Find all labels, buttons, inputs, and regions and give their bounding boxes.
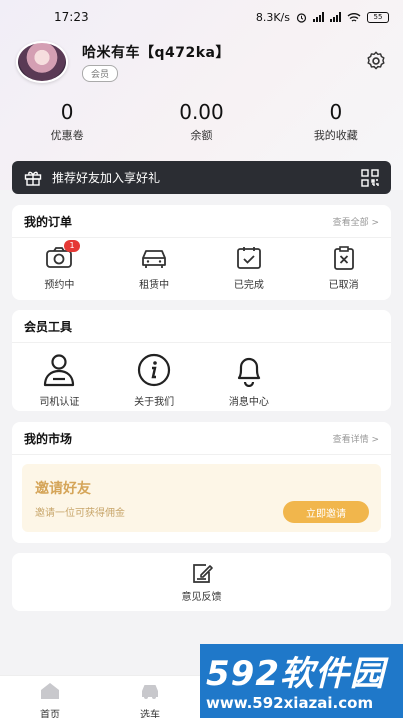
gear-icon[interactable] (365, 50, 387, 72)
gift-icon (24, 171, 42, 186)
qr-code-icon[interactable] (361, 168, 379, 187)
tab-label: 选车 (140, 710, 160, 718)
order-status-renting[interactable]: 租赁中 (107, 246, 202, 291)
market-view-details-link[interactable]: 查看详情 > (333, 432, 379, 445)
stat-value: 0 (60, 100, 74, 124)
orders-title: 我的订单 (24, 214, 73, 229)
stat-label: 优惠卷 (50, 129, 84, 142)
orders-icon-row: 1 预约中 租赁中 已完成 已取消 (12, 238, 391, 291)
invite-banner-text: 推荐好友加入享好礼 (52, 171, 161, 185)
order-status-reserved[interactable]: 1 预约中 (12, 240, 107, 291)
clipboard-x-icon (333, 246, 354, 270)
status-time: 17:23 (54, 10, 89, 24)
home-icon (41, 683, 59, 699)
invite-friends-box: 邀请好友 邀请一位可获得佣金 立即邀请 (22, 464, 381, 532)
market-header: 我的市场 查看详情 > (12, 422, 391, 455)
market-title: 我的市场 (24, 431, 73, 446)
stat-value: 0 (329, 100, 343, 124)
orders-header: 我的订单 查看全部 > (12, 205, 391, 238)
wifi-icon (347, 12, 361, 22)
stat-balance[interactable]: 0.00 余额 (134, 100, 268, 148)
stat-value: 0.00 (179, 100, 224, 124)
tool-driver-verification[interactable]: 司机认证 (12, 353, 107, 408)
feedback-label: 意见反馈 (181, 592, 222, 603)
status-bar: 17:23 8.3K/s 55 (0, 0, 403, 34)
feedback-card[interactable]: 意见反馈 (12, 553, 391, 611)
edit-note-icon (192, 564, 213, 583)
watermark-logo-text: 592软件园 (206, 654, 385, 694)
status-indicators: 8.3K/s 55 (256, 11, 389, 24)
profile-info: 哈米有车【q472ka】 会员 (82, 42, 230, 82)
tools-header: 会员工具 (12, 310, 391, 343)
stats-row: 0 优惠卷 0.00 余额 0 我的收藏 (0, 100, 403, 148)
tab-choose-car[interactable]: 选车 (100, 676, 200, 718)
tool-label: 消息中心 (228, 397, 269, 408)
car-icon (142, 250, 167, 268)
invite-friends-title: 邀请好友 (35, 481, 91, 497)
stat-favorites[interactable]: 0 我的收藏 (269, 100, 403, 148)
net-speed: 8.3K/s (255, 10, 290, 24)
order-status-label: 已取消 (328, 280, 359, 291)
tab-label: 首页 (40, 710, 60, 718)
watermark-url: www.592xiazai.com (206, 694, 374, 712)
orders-card: 我的订单 查看全部 > 1 预约中 租赁中 已完成 已取消 (12, 205, 391, 300)
invite-banner[interactable]: 推荐好友加入享好礼 (12, 161, 391, 194)
tab-home[interactable]: 首页 (0, 676, 100, 718)
alarm-icon (296, 12, 307, 23)
battery-icon: 55 (367, 11, 389, 23)
orders-view-all-link[interactable]: 查看全部 > (333, 215, 379, 228)
tools-icon-row: 司机认证 关于我们 消息中心 (12, 343, 391, 408)
stat-label: 我的收藏 (313, 129, 358, 142)
calendar-check-icon (236, 247, 261, 269)
watermark-logo: 592软件园 www.592xiazai.com (200, 644, 403, 718)
order-status-label: 已完成 (233, 280, 264, 291)
invite-now-button[interactable]: 立即邀请 (283, 501, 369, 523)
invite-friends-subtitle: 邀请一位可获得佣金 (35, 508, 125, 519)
market-card: 我的市场 查看详情 > 邀请好友 邀请一位可获得佣金 立即邀请 (12, 422, 391, 543)
order-count-badge: 1 (64, 240, 80, 252)
member-tools-card: 会员工具 司机认证 关于我们 消息中心 (12, 310, 391, 411)
profile-header: 哈米有车【q472ka】 会员 (16, 40, 387, 84)
tool-message-center[interactable]: 消息中心 (202, 353, 297, 408)
avatar[interactable] (16, 41, 68, 83)
bell-icon (237, 357, 260, 387)
tool-label: 司机认证 (39, 397, 80, 408)
member-badge: 会员 (82, 65, 119, 82)
signal-icon (313, 12, 324, 22)
order-status-cancelled[interactable]: 已取消 (296, 246, 391, 291)
order-status-label: 预约中 (44, 280, 75, 291)
info-icon (138, 353, 171, 387)
stat-coupons[interactable]: 0 优惠卷 (0, 100, 134, 148)
driver-icon (44, 354, 75, 387)
car-icon (142, 685, 158, 699)
order-status-label: 租赁中 (139, 280, 170, 291)
tool-about-us[interactable]: 关于我们 (107, 353, 202, 408)
order-status-completed[interactable]: 已完成 (202, 246, 297, 291)
tools-title: 会员工具 (24, 319, 73, 334)
username: 哈米有车【q472ka】 (82, 45, 231, 61)
stat-label: 余额 (190, 129, 213, 142)
signal-icon-2 (330, 12, 341, 22)
tool-label: 关于我们 (134, 397, 175, 408)
